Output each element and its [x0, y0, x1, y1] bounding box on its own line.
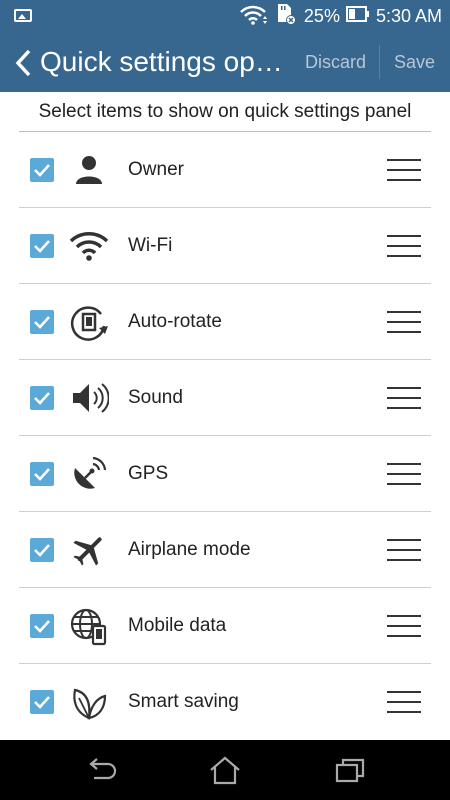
drag-handle-icon[interactable] [387, 539, 421, 561]
back-arrow-icon[interactable] [12, 46, 36, 80]
list-item-sound[interactable]: Sound [19, 360, 431, 436]
app-bar: Quick settings op… Discard Save [0, 33, 450, 92]
status-time: 5:30 AM [375, 6, 442, 26]
item-label: Airplane mode [128, 539, 251, 560]
item-label: Owner [128, 159, 184, 180]
action-divider [379, 45, 380, 79]
list-item-airplane-mode[interactable]: Airplane mode [19, 512, 431, 588]
item-label: Smart saving [128, 691, 239, 712]
drag-handle-icon[interactable] [387, 311, 421, 333]
quick-settings-list: Owner Wi-Fi Auto-rotate Sound GPS Airpla… [19, 132, 431, 740]
checkbox-mobile-data[interactable] [30, 614, 54, 638]
save-button[interactable]: Save [394, 50, 435, 74]
navigation-bar [0, 740, 450, 800]
list-item-mobile-data[interactable]: Mobile data [19, 588, 431, 664]
drag-handle-icon[interactable] [387, 387, 421, 409]
list-item-wifi[interactable]: Wi-Fi [19, 208, 431, 284]
home-icon[interactable] [208, 755, 242, 785]
checkbox-smart-saving[interactable] [30, 690, 54, 714]
battery-icon [345, 5, 370, 28]
auto-rotate-icon [69, 302, 109, 342]
list-item-auto-rotate[interactable]: Auto-rotate [19, 284, 431, 360]
drag-handle-icon[interactable] [387, 463, 421, 485]
checkbox-auto-rotate[interactable] [30, 310, 54, 334]
person-icon [69, 150, 109, 190]
drag-handle-icon[interactable] [387, 159, 421, 181]
sd-card-icon [274, 2, 298, 31]
item-label: Auto-rotate [128, 311, 222, 332]
checkbox-gps[interactable] [30, 462, 54, 486]
page-title: Quick settings op… [40, 46, 283, 77]
item-label: Wi-Fi [128, 235, 173, 256]
checkbox-airplane-mode[interactable] [30, 538, 54, 562]
globe-phone-icon [69, 606, 109, 646]
leaf-icon [69, 682, 109, 722]
back-icon[interactable] [84, 755, 118, 785]
airplane-icon [69, 530, 109, 570]
drag-handle-icon[interactable] [387, 235, 421, 257]
item-label: GPS [128, 463, 169, 484]
speaker-icon [69, 378, 110, 418]
item-label: Sound [128, 387, 183, 408]
drag-handle-icon[interactable] [387, 691, 421, 713]
status-bar: 25% 5:30 AM [0, 0, 450, 33]
battery-percent: 25% [303, 6, 340, 26]
item-label: Mobile data [128, 615, 227, 636]
drag-handle-icon[interactable] [387, 615, 421, 637]
instruction-text: Select items to show on quick settings p… [38, 101, 412, 122]
checkbox-owner[interactable] [30, 158, 54, 182]
wifi-icon [69, 226, 109, 266]
list-item-gps[interactable]: GPS [19, 436, 431, 512]
recents-icon[interactable] [334, 755, 368, 785]
list-item-smart-saving[interactable]: Smart saving [19, 664, 431, 740]
image-notification-icon [14, 9, 32, 22]
list-item-owner[interactable]: Owner [19, 132, 431, 208]
checkbox-sound[interactable] [30, 386, 54, 410]
discard-button[interactable]: Discard [305, 50, 366, 74]
checkbox-wifi[interactable] [30, 234, 54, 258]
wifi-icon [238, 3, 268, 30]
satellite-dish-icon [69, 454, 109, 494]
